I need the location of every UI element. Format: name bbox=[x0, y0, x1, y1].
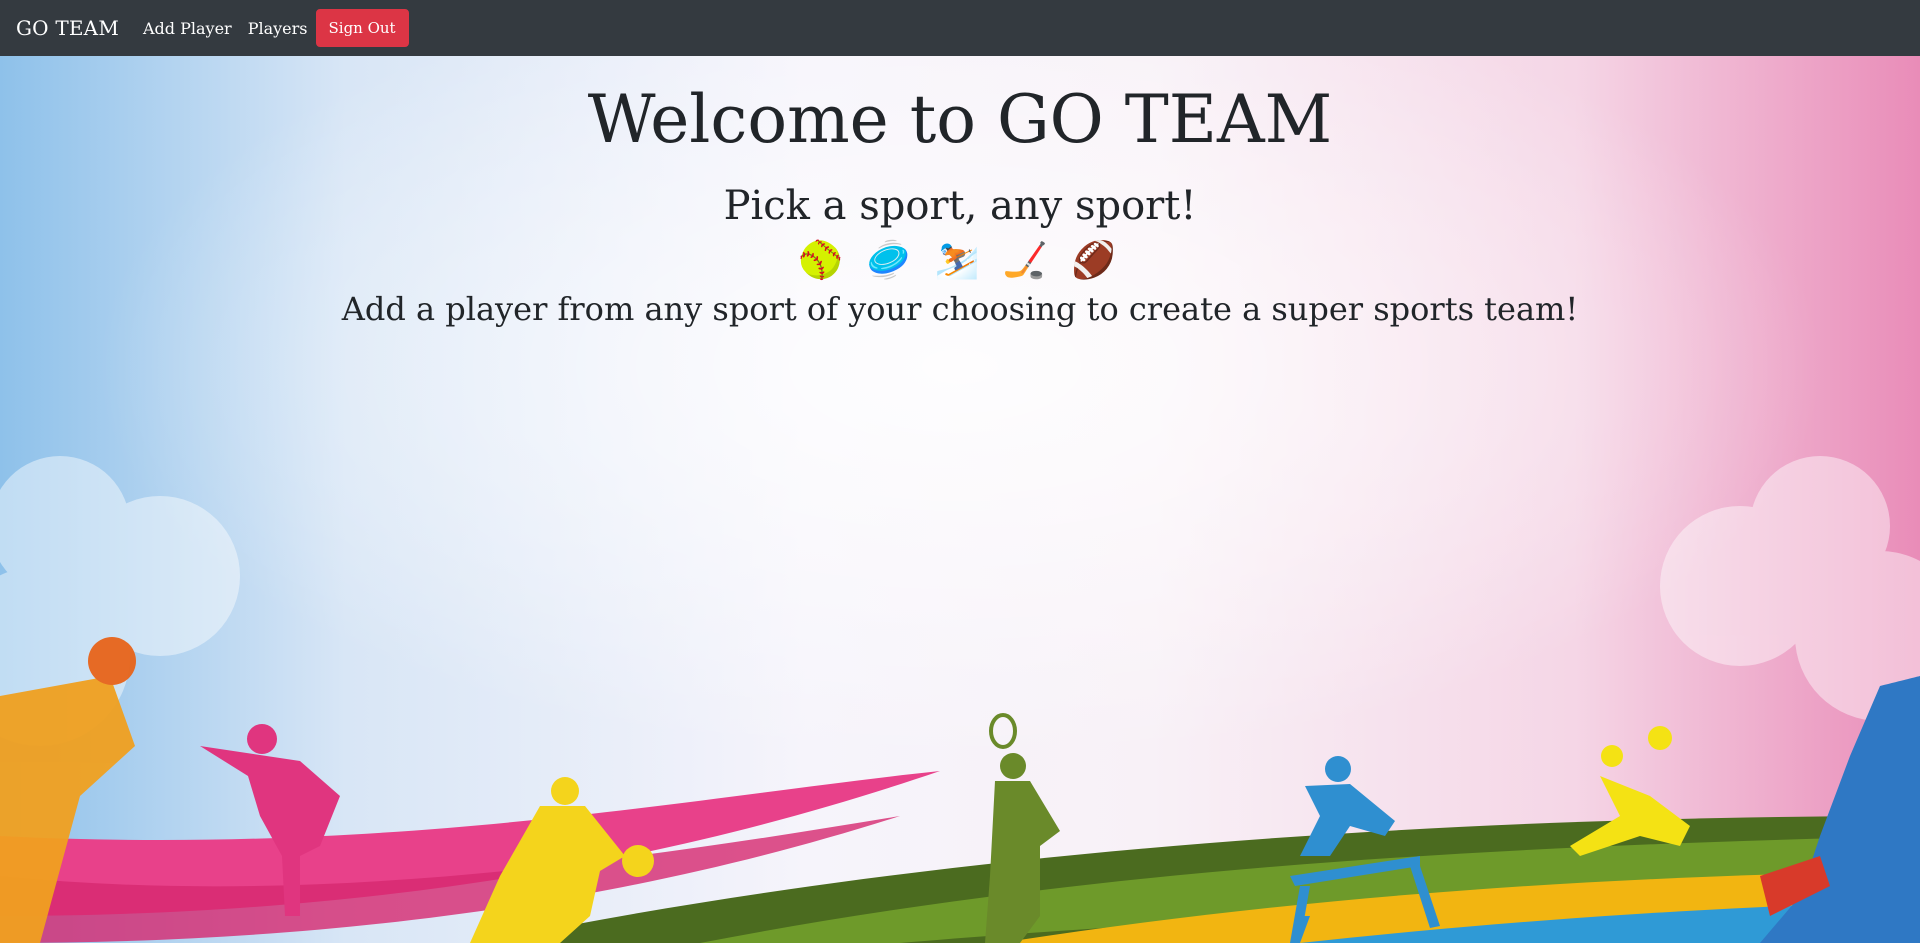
hero-content: Welcome to GO TEAM Pick a sport, any spo… bbox=[0, 56, 1920, 328]
sign-out-button[interactable]: Sign Out bbox=[315, 9, 409, 47]
navbar: GO TEAM Add Player Players Sign Out bbox=[0, 0, 1920, 56]
page-title: Welcome to GO TEAM bbox=[587, 81, 1333, 158]
nav-add-player[interactable]: Add Player bbox=[143, 19, 232, 38]
hero-section: Welcome to GO TEAM Pick a sport, any spo… bbox=[0, 56, 1920, 943]
tagline: Add a player from any sport of your choo… bbox=[341, 289, 1579, 328]
sport-emojis: 🥎 🥏 ⛷️ 🏒 🏈 bbox=[798, 239, 1122, 281]
brand-link[interactable]: GO TEAM bbox=[16, 16, 119, 40]
nav-players[interactable]: Players bbox=[248, 19, 308, 38]
page-subtitle: Pick a sport, any sport! bbox=[723, 182, 1197, 229]
